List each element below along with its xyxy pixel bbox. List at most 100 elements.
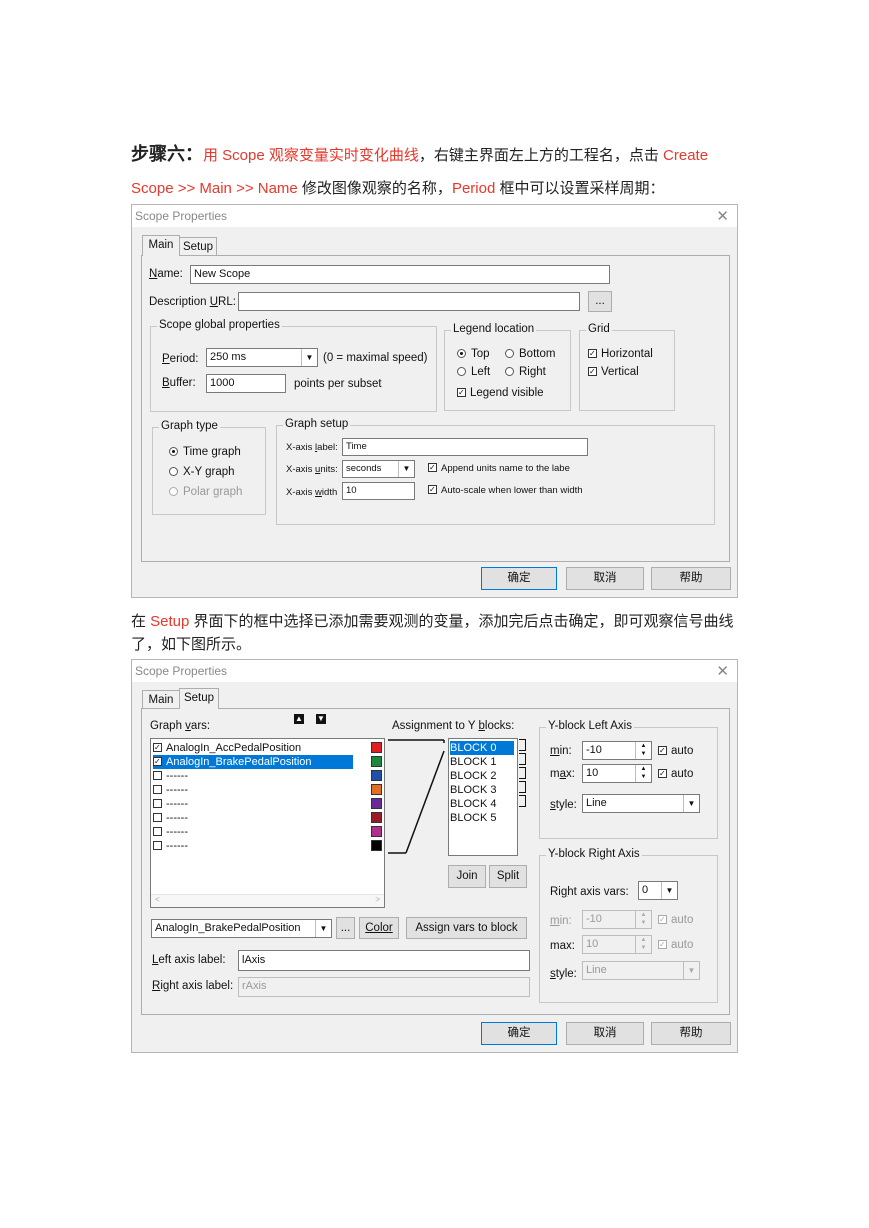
y-block-item[interactable]: BLOCK 3 [450,783,514,797]
assignment-label: Assignment to Y blocks: [392,720,515,732]
right-min-auto-checkbox[interactable]: auto [658,914,693,926]
var-color-swatch[interactable] [371,812,382,823]
y-block-item[interactable]: BLOCK 5 [450,811,514,825]
var-color-swatch[interactable] [371,756,382,767]
graph-vars-list[interactable]: AnalogIn_AccPedalPosition AnalogIn_BrakeP… [150,738,385,908]
var-checkbox[interactable] [153,785,162,794]
intro-line-2: Scope >> Main >> Name 修改图像观察的名称，Period 框… [131,177,741,198]
right-max-auto-checkbox[interactable]: auto [658,939,693,951]
grid-vertical-checkbox[interactable]: Vertical [588,366,639,378]
left-axis-label-input[interactable]: lAxis [238,950,530,971]
var-color-swatch[interactable] [371,784,382,795]
y-block-item[interactable]: BLOCK 0 [450,741,514,755]
chevron-down-icon: ▼ [315,920,331,937]
var-color-swatch[interactable] [371,798,382,809]
y-block-item[interactable]: BLOCK 1 [450,755,514,769]
graph-var-item[interactable]: ------ [153,769,353,783]
color-button[interactable]: Color [359,917,399,939]
var-color-swatch[interactable] [371,840,382,851]
right-min-input[interactable]: -10 ▲ ▼ [582,910,652,929]
assign-vars-button[interactable]: Assign vars to block [406,917,527,939]
var-color-swatch[interactable] [371,770,382,781]
x-axis-label-input[interactable]: Time [342,438,588,456]
var-checkbox[interactable] [153,827,162,836]
left-min-auto-checkbox[interactable]: auto [658,745,693,757]
ok-button[interactable]: 确定 [481,567,557,590]
graph-var-item[interactable]: ------ [153,797,353,811]
close-icon[interactable]: ✕ [716,207,729,225]
y-block-item[interactable]: BLOCK 2 [450,769,514,783]
right-axis-label-input[interactable]: rAxis [238,977,530,997]
var-checkbox[interactable] [153,841,162,850]
tab-main[interactable]: Main [142,690,180,709]
cancel-button[interactable]: 取消 [566,1022,644,1045]
legend-left-radio[interactable]: Left [457,366,490,378]
spinner-icon[interactable]: ▲ ▼ [635,742,651,759]
spinner-icon[interactable]: ▲ ▼ [635,911,651,928]
y-block-item[interactable]: BLOCK 4 [450,797,514,811]
close-icon[interactable]: ✕ [716,662,729,680]
tab-setup[interactable]: Setup [179,688,219,709]
x-axis-width-input[interactable]: 10 [342,482,415,500]
var-checkbox[interactable] [153,757,162,766]
append-units-checkbox[interactable]: Append units name to the labe [428,463,570,474]
graph-var-item[interactable]: AnalogIn_AccPedalPosition [153,741,353,755]
var-checkbox[interactable] [153,743,162,752]
autoscale-checkbox[interactable]: Auto-scale when lower than width [428,485,583,496]
right-axis-vars-select[interactable]: 0 ▼ [638,881,678,900]
legend-top-radio[interactable]: Top [457,348,490,360]
legend-right-radio[interactable]: Right [505,366,546,378]
description-url-input[interactable] [238,292,580,311]
var-checkbox[interactable] [153,799,162,808]
help-button[interactable]: 帮助 [651,1022,731,1045]
help-button[interactable]: 帮助 [651,567,731,590]
period-select[interactable]: 250 ms ▼ [206,348,318,367]
assignment-connector-lines [388,739,445,854]
var-checkbox[interactable] [153,813,162,822]
right-max-input[interactable]: 10 ▲ ▼ [582,935,652,954]
legend-bottom-radio[interactable]: Bottom [505,348,555,360]
x-axis-units-select[interactable]: seconds ▼ [342,460,415,478]
min-label: min: [550,745,572,757]
y-block-right-axis-group: Y-block Right Axis Right axis vars: 0 ▼ … [539,848,718,1003]
graph-type-polar-radio[interactable]: Polar graph [169,486,242,498]
graph-var-item[interactable]: ------ [153,783,353,797]
right-style-select[interactable]: Line ▼ [582,961,700,980]
var-color-swatch[interactable] [371,742,382,753]
join-button[interactable]: Join [448,865,486,888]
left-max-input[interactable]: 10 ▲ ▼ [582,764,652,783]
legend-location-group: Legend location Top Bottom Left Right Le… [444,323,571,411]
browse-button[interactable]: ... [588,291,612,312]
between-text: 界面下的框中选择已添加需要观测的变量，添加完后点击确定，即可观察信号曲线 [189,613,734,630]
var-color-swatch[interactable] [371,826,382,837]
legend-visible-checkbox[interactable]: Legend visible [457,387,544,399]
graph-type-time-radio[interactable]: Time graph [169,446,241,458]
var-select[interactable]: AnalogIn_BrakePedalPosition ▼ [151,919,332,938]
split-button[interactable]: Split [489,865,527,888]
tab-setup[interactable]: Setup [179,237,217,256]
spinner-icon[interactable]: ▲ ▼ [635,936,651,953]
move-up-icon[interactable]: ▲ [294,714,304,724]
group-label: Graph setup [283,418,351,430]
graph-var-item[interactable]: ------ [153,839,353,853]
name-input[interactable]: New Scope [190,265,610,284]
spinner-icon[interactable]: ▲ ▼ [635,765,651,782]
var-checkbox[interactable] [153,771,162,780]
left-min-input[interactable]: -10 ▲ ▼ [582,741,652,760]
cancel-button[interactable]: 取消 [566,567,644,590]
left-max-auto-checkbox[interactable]: auto [658,768,693,780]
var-browse-button[interactable]: ... [336,917,355,939]
buffer-input[interactable]: 1000 [206,374,286,393]
ok-button[interactable]: 确定 [481,1022,557,1045]
graph-var-item[interactable]: ------ [153,811,353,825]
left-style-select[interactable]: Line ▼ [582,794,700,813]
graph-var-item[interactable]: AnalogIn_BrakePedalPosition [153,755,353,769]
graph-type-xy-radio[interactable]: X-Y graph [169,466,235,478]
tab-main[interactable]: Main [142,235,180,256]
title-bar: Scope Properties ✕ [132,205,737,227]
graph-var-item[interactable]: ------ [153,825,353,839]
grid-horizontal-checkbox[interactable]: Horizontal [588,348,653,360]
horizontal-scrollbar[interactable]: < > [151,894,384,907]
move-down-icon[interactable]: ▼ [316,714,326,724]
y-blocks-list[interactable]: BLOCK 0 BLOCK 1 BLOCK 2 BLOCK 3 BLOCK 4 BLOCK… [448,738,518,856]
